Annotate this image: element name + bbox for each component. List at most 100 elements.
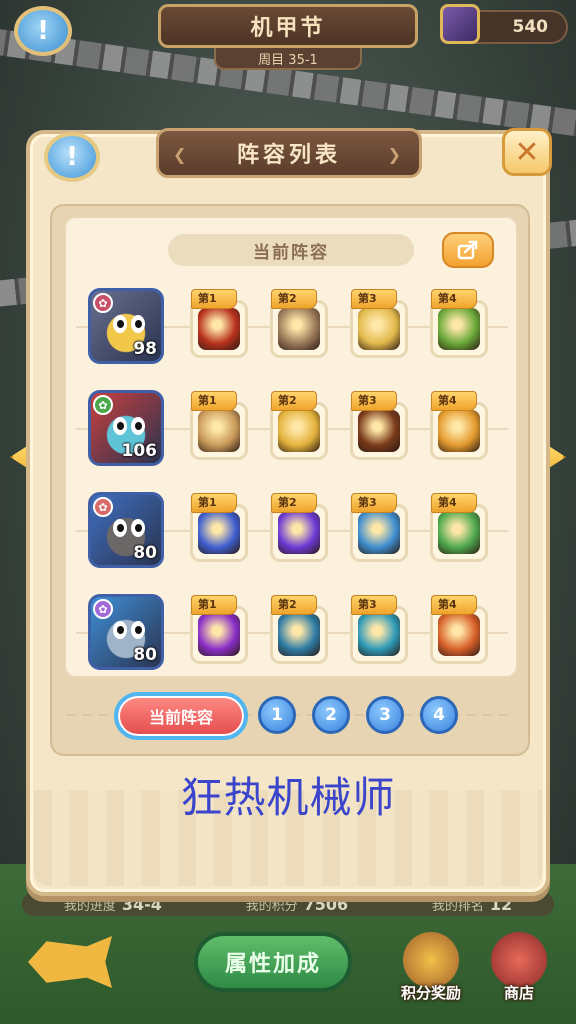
attribute-bonus-button[interactable]: 属性加成 [194,932,352,992]
skill-order-tag: 第2 [271,391,317,411]
skill-order-tag: 第1 [191,391,237,411]
close-button[interactable]: ✕ [502,128,552,176]
skill-order-tag: 第3 [351,289,397,309]
hero-portrait[interactable]: ✿ 80 [88,492,164,568]
skill-icon [358,308,400,350]
lineup-dialog: ! ❮ 阵容列表 ❯ ✕ 当前阵容 ✿ 98 第1 第2 第3 第4 ✿ 106 第1 第2 第3 第… [26,128,552,896]
skill-slot-2[interactable]: 第2 [270,595,328,664]
dialog-title-text: 阵容列表 [236,143,341,168]
hero-eye [113,621,127,639]
skill-icon [198,512,240,554]
skill-slot-4[interactable]: 第4 [430,595,488,664]
hero-eye [131,417,145,435]
current-lineup-tab[interactable]: 当前阵容 [114,692,248,740]
current-lineup-heading: 当前阵容 [168,234,414,266]
skill-order-tag: 第4 [431,493,477,513]
progress-stat: 我的进度 34-4 [63,894,162,914]
skill-slot-1[interactable]: 第1 [190,493,248,562]
skill-order-tag: 第1 [191,493,237,513]
skill-icon [198,614,240,656]
skill-slot-1[interactable]: 第1 [190,289,248,358]
skill-slot-3[interactable]: 第3 [350,391,408,460]
skill-order-tag: 第4 [431,595,477,615]
lineup-list: 当前阵容 ✿ 98 第1 第2 第3 第4 ✿ 106 第1 第2 第3 第4 ✿ 80 第1 第2 第3 第4 ✿… [64,216,518,678]
event-title: 机甲节 [158,4,418,48]
skill-slot-4[interactable]: 第4 [430,289,488,358]
hero-portrait[interactable]: ✿ 80 [88,594,164,670]
shop-button[interactable]: 商店 [484,932,554,1010]
stage-label: 周目 35-1 [214,48,362,70]
skill-order-tag: 第2 [271,595,317,615]
hero-eye [131,519,145,537]
skill-order-tag: 第1 [191,289,237,309]
dialog-info-button[interactable]: ! [44,132,100,182]
element-icon: ✿ [93,599,113,619]
shop-icon [491,932,547,988]
skill-icon [438,308,480,350]
lineup-panel: 当前阵容 ✿ 98 第1 第2 第3 第4 ✿ 106 第1 第2 第3 第4 ✿ 80 第1 第2 第3 第4 ✿… [50,204,530,756]
skill-slot-4[interactable]: 第4 [430,391,488,460]
skill-icon [278,614,320,656]
share-button[interactable] [442,232,494,268]
skill-icon [358,512,400,554]
skill-icon [438,512,480,554]
skill-slot-1[interactable]: 第1 [190,595,248,664]
reward-chest-icon [403,932,459,988]
hero-level: 98 [133,339,157,359]
share-icon [457,240,478,260]
skill-order-tag: 第2 [271,493,317,513]
skill-slot-3[interactable]: 第3 [350,289,408,358]
score-stat: 我的积分 7506 [245,894,349,914]
lineup-pager: 当前阵容 1 2 3 4 [52,684,528,744]
element-icon: ✿ [93,497,113,517]
points-reward-button[interactable]: 积分奖励 [396,932,466,1010]
skill-slot-4[interactable]: 第4 [430,493,488,562]
lineup-row: ✿ 80 第1 第2 第3 第4 [76,586,508,682]
skill-slot-2[interactable]: 第2 [270,391,328,460]
skill-slot-2[interactable]: 第2 [270,289,328,358]
event-info-button[interactable]: ! [14,6,72,56]
lineup-row: ✿ 106 第1 第2 第3 第4 [76,382,508,478]
hero-eye [113,315,127,333]
skill-order-tag: 第4 [431,289,477,309]
hero-portrait[interactable]: ✿ 106 [88,390,164,466]
lineup-tab-3[interactable]: 3 [366,696,404,734]
title-ornament-right: ❯ [387,145,405,164]
points-reward-label: 积分奖励 [400,984,461,1002]
hero-eye [113,417,127,435]
lineup-tab-2[interactable]: 2 [312,696,350,734]
skill-icon [358,614,400,656]
skill-icon [278,512,320,554]
hero-eye [131,621,145,639]
lineup-tab-1[interactable]: 1 [258,696,296,734]
hero-level: 80 [133,645,157,665]
skill-order-tag: 第1 [191,595,237,615]
lineup-caption: 狂热机械师 [180,773,396,822]
skill-icon [198,410,240,452]
skill-order-tag: 第3 [351,493,397,513]
shop-label: 商店 [503,984,534,1002]
lineup-tab-4[interactable]: 4 [420,696,458,734]
skill-order-tag: 第3 [351,595,397,615]
skill-slot-3[interactable]: 第3 [350,493,408,562]
skill-slot-1[interactable]: 第1 [190,391,248,460]
skill-order-tag: 第2 [271,289,317,309]
dialog-title: ❮ 阵容列表 ❯ [156,128,422,178]
skill-order-tag: 第3 [351,391,397,411]
skill-order-tag: 第4 [431,391,477,411]
hero-eye [113,519,127,537]
hero-portrait[interactable]: ✿ 98 [88,288,164,364]
hero-level: 80 [133,543,157,563]
coin-icon [440,4,480,44]
skill-slot-3[interactable]: 第3 [350,595,408,664]
lineup-row: ✿ 80 第1 第2 第3 第4 [76,484,508,580]
hero-eye [131,315,145,333]
skill-icon [198,308,240,350]
skill-icon [278,308,320,350]
element-icon: ✿ [93,293,113,313]
skill-icon [278,410,320,452]
element-icon: ✿ [93,395,113,415]
title-ornament-left: ❮ [173,145,191,164]
skill-icon [438,410,480,452]
skill-slot-2[interactable]: 第2 [270,493,328,562]
